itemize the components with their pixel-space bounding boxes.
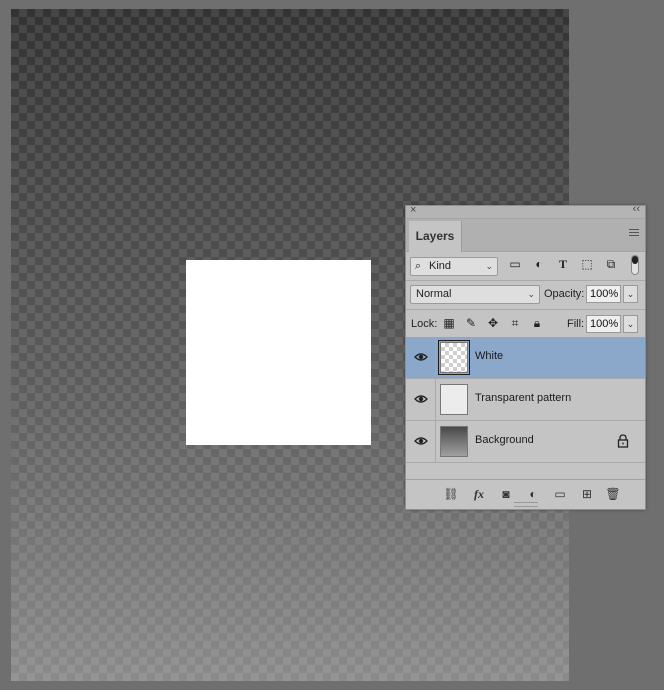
pixel-layer-filter-icon[interactable]: ▭ <box>507 256 523 272</box>
shape-layer-filter-icon[interactable]: ⬚ <box>579 256 595 272</box>
opacity-dropdown-button[interactable]: ⌄ <box>623 285 638 303</box>
lock-all-icon[interactable]: 🔒︎ <box>529 315 545 331</box>
blend-mode-select[interactable]: Normal ⌄ <box>410 285 540 304</box>
opacity-label: Opacity: <box>544 288 585 300</box>
panel-titlebar[interactable]: × ‹‹ <box>406 203 645 219</box>
fill-input[interactable]: 100% <box>586 315 621 333</box>
divider <box>435 421 436 462</box>
tab-layers[interactable]: Layers <box>409 221 462 252</box>
layer-row-background[interactable]: Background <box>406 421 645 463</box>
layers-panel: × ‹‹ Layers ⌕ Kind ⌄ ▭ ◐ T ⬚ ⧉ Normal ⌄ … <box>405 203 646 510</box>
lock-image-pixels-icon[interactable]: ✎ <box>463 315 479 331</box>
chevron-down-icon: ⌄ <box>485 261 493 271</box>
layer-thumbnail <box>438 340 470 375</box>
lock-position-icon[interactable]: ✥ <box>485 315 501 331</box>
type-layer-filter-icon[interactable]: T <box>555 256 571 272</box>
layer-row-transparent-pattern[interactable]: Transparent pattern <box>406 379 645 421</box>
layer-name: Transparent pattern <box>475 392 572 404</box>
kind-filter-label: Kind <box>429 260 452 272</box>
white-square-shape[interactable] <box>186 260 371 445</box>
layer-name: Background <box>475 434 534 446</box>
search-icon: ⌕ <box>415 260 422 272</box>
layers-list: White Transparent pattern Background <box>406 337 645 463</box>
layer-row-white[interactable]: White <box>406 337 645 379</box>
panel-menu-icon[interactable] <box>629 229 639 237</box>
close-icon[interactable]: × <box>410 204 416 216</box>
link-icon[interactable]: ⛓︎ <box>443 486 459 502</box>
panel-tabbar: Layers <box>406 219 645 252</box>
opacity-input[interactable]: 100% <box>586 285 621 303</box>
blend-row: Normal ⌄ Opacity: 100% ⌄ <box>406 281 645 310</box>
layer-name: White <box>475 350 504 362</box>
chevron-down-icon: ⌄ <box>527 289 535 299</box>
eye-icon[interactable] <box>414 350 428 364</box>
layer-thumbnail <box>440 426 468 457</box>
layer-thumbnail <box>440 384 468 415</box>
divider <box>435 379 436 420</box>
smart-object-filter-icon[interactable]: ⧉ <box>603 256 619 272</box>
filter-toggle[interactable] <box>631 255 639 275</box>
lock-label: Lock: <box>411 318 438 330</box>
eye-icon[interactable] <box>414 392 428 406</box>
eye-icon[interactable] <box>414 434 428 448</box>
kind-filter-select[interactable]: ⌕ Kind ⌄ <box>410 257 498 276</box>
trash-icon[interactable]: 🗑︎ <box>605 486 621 502</box>
fill-dropdown-button[interactable]: ⌄ <box>623 315 638 333</box>
fill-label: Fill: <box>567 318 585 330</box>
lock-row: Lock: ▦ ✎ ✥ ⌗ 🔒︎ Fill: 100% ⌄ <box>406 310 645 339</box>
folder-icon[interactable]: ▭ <box>552 486 568 502</box>
lock-transparent-pixels-icon[interactable]: ▦ <box>441 315 457 331</box>
blend-mode-value: Normal <box>416 288 452 300</box>
adjustment-layer-filter-icon[interactable]: ◐ <box>531 256 547 272</box>
panel-footer: ⛓︎ fx ◙ ◐ ▭ ⊞ 🗑︎ <box>406 479 645 508</box>
lock-icon[interactable] <box>617 434 629 448</box>
new-layer-icon[interactable]: ⊞ <box>579 486 595 502</box>
mask-icon[interactable]: ◙ <box>498 486 514 502</box>
divider <box>435 337 436 378</box>
fx-icon[interactable]: fx <box>471 486 487 502</box>
adjustment-icon[interactable]: ◐ <box>525 486 541 502</box>
filter-row: ⌕ Kind ⌄ ▭ ◐ T ⬚ ⧉ <box>406 252 645 281</box>
resize-grip[interactable] <box>514 502 538 507</box>
collapse-icon[interactable]: ‹‹ <box>633 203 640 215</box>
lock-artboard-icon[interactable]: ⌗ <box>507 315 523 331</box>
